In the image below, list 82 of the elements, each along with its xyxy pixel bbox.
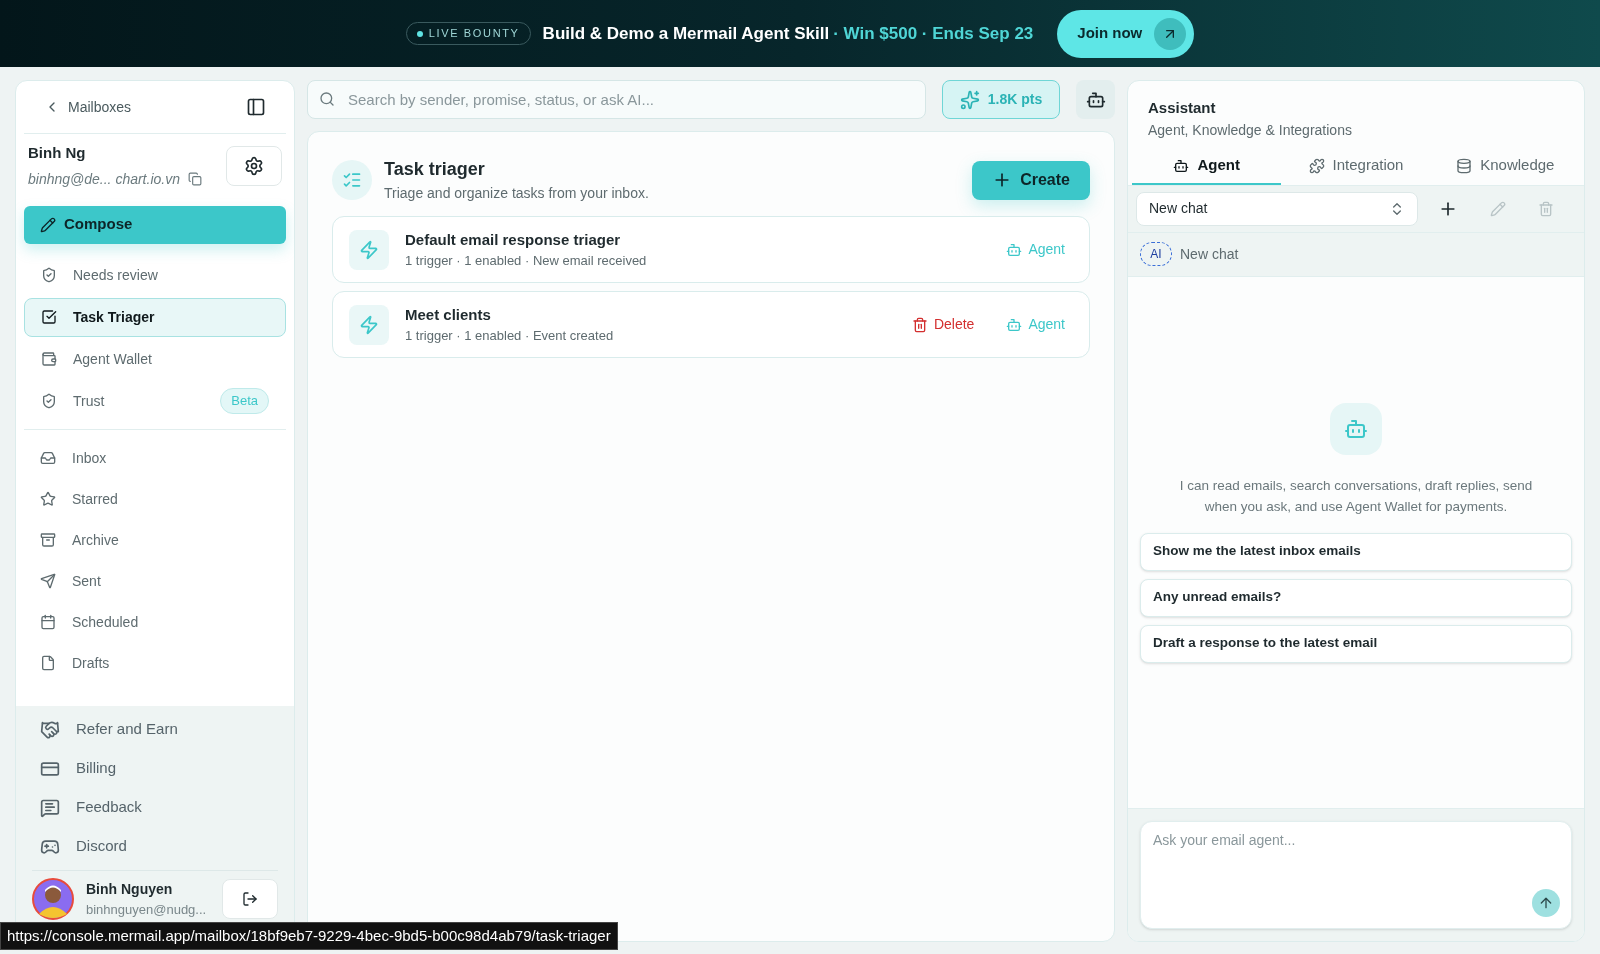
trigger-meta: 1 trigger · 1 enabled · Event created (405, 327, 615, 345)
user-name: Binh Ng (28, 143, 87, 163)
sidebar-toggle-icon[interactable] (246, 97, 266, 117)
handshake-icon (40, 719, 60, 740)
calendar-icon (40, 614, 56, 630)
trigger-card[interactable]: Meet clients 1 trigger · 1 enabled · Event created Delete Agent (332, 291, 1090, 358)
folder-item[interactable]: Scheduled (24, 601, 286, 643)
folder-item[interactable]: Drafts (24, 642, 286, 684)
settings-button[interactable] (226, 145, 282, 186)
logout-button[interactable] (222, 879, 278, 919)
menu-item[interactable]: Discord (16, 827, 294, 866)
star-icon (40, 491, 56, 507)
robot-icon (1006, 241, 1023, 258)
banner-highlight: · Win $500 · Ends Sep 23 (833, 22, 1034, 45)
folder-item[interactable]: Inbox (24, 437, 286, 479)
back-link[interactable]: Mailboxes (44, 96, 132, 118)
page-title: Task triager (384, 158, 486, 181)
folder-item[interactable]: Archive (24, 519, 286, 561)
assistant-tab[interactable]: Integration (1281, 148, 1431, 185)
beta-badge: Beta (220, 388, 269, 414)
shield-check-icon (41, 267, 57, 283)
settings-icon (244, 155, 264, 176)
lightning-icon (349, 304, 389, 345)
join-button[interactable]: Join now (1057, 9, 1195, 58)
folder-item[interactable]: Starred (24, 478, 286, 520)
lightning-icon (349, 229, 389, 270)
sparkle-icon (959, 89, 980, 110)
nav-item[interactable]: Trust Beta (24, 381, 286, 421)
trigger-meta: 1 trigger · 1 enabled · New email received (405, 252, 648, 270)
page-subtitle: Triage and organize tasks from your inbox. (384, 184, 650, 203)
assistant-title: Assistant (1148, 98, 1217, 118)
banner-title: Build & Demo a Mermail Agent Skill (542, 22, 830, 45)
menu-item[interactable]: Refer and Earn (16, 710, 294, 749)
avatar (32, 878, 74, 920)
trigger-card[interactable]: Default email response triager 1 trigger · 1 enabled · New email received Agent (332, 216, 1090, 283)
chat-history-item[interactable]: AI New chat (1128, 231, 1584, 276)
logout-icon (242, 891, 258, 907)
menu-item[interactable]: Billing (16, 749, 294, 788)
account-email: binhnguyen@nudg... (86, 900, 208, 919)
wallet-icon (41, 351, 57, 367)
folder-item[interactable]: Sent (24, 560, 286, 602)
checklist-icon (41, 309, 57, 325)
search-field[interactable]: Search by sender, promise, status, or ask AI... (307, 80, 926, 119)
assistant-subtitle: Agent, Knowledge & Integrations (1148, 120, 1353, 140)
copy-icon[interactable] (188, 172, 202, 186)
account-name: Binh Nguyen (86, 879, 174, 899)
user-email: binhng@de... chart.io.vn (28, 169, 180, 189)
suggestion-chip[interactable]: Draft a response to the latest email (1140, 624, 1572, 663)
search-icon (319, 91, 335, 107)
delete-button[interactable]: Delete (903, 314, 983, 335)
trash-icon (911, 316, 928, 333)
robot-icon (1330, 402, 1382, 455)
nav-item[interactable]: Agent Wallet (24, 339, 286, 379)
robot-icon (1173, 157, 1190, 174)
archive-icon (40, 532, 56, 548)
intro-text: I can read emails, search conversations, draft replies, send when you ask, and use Agent Wallet for payments. (1178, 476, 1534, 516)
suggestion-chip[interactable]: Any unread emails? (1140, 578, 1572, 617)
puzzle-icon (1308, 157, 1325, 174)
nav-item[interactable]: Task Triager (24, 297, 286, 337)
compose-button[interactable]: Compose (24, 205, 286, 244)
inbox-icon (40, 450, 56, 466)
message-icon (40, 797, 60, 818)
chat-title: New chat (1180, 244, 1239, 264)
nav-item[interactable]: Needs review (24, 255, 286, 295)
file-icon (40, 655, 56, 671)
pencil-icon (40, 216, 56, 233)
checklist-icon (332, 160, 372, 200)
message-field[interactable]: Ask your email agent... (1140, 821, 1572, 929)
url-tooltip: https://console.mermail.app/mailbox/18bf9eb7-9229-4bec-9bd5-b00c98d4ab79/task-triager (0, 921, 618, 950)
robot-button[interactable] (1076, 80, 1115, 119)
send-icon (40, 573, 56, 589)
create-button[interactable]: Create (972, 160, 1090, 200)
suggestion-chip[interactable]: Show me the latest inbox emails (1140, 532, 1572, 571)
database-icon (1456, 157, 1473, 174)
trigger-title: Default email response triager (405, 229, 622, 250)
assistant-tab[interactable]: Knowledge (1430, 148, 1580, 185)
chat-select[interactable]: New chat (1136, 191, 1418, 226)
menu-item[interactable]: Feedback (16, 788, 294, 827)
assistant-tab[interactable]: Agent (1132, 148, 1282, 185)
robot-icon (1006, 316, 1023, 333)
shield-check-icon (41, 393, 57, 409)
trigger-title: Meet clients (405, 304, 492, 325)
